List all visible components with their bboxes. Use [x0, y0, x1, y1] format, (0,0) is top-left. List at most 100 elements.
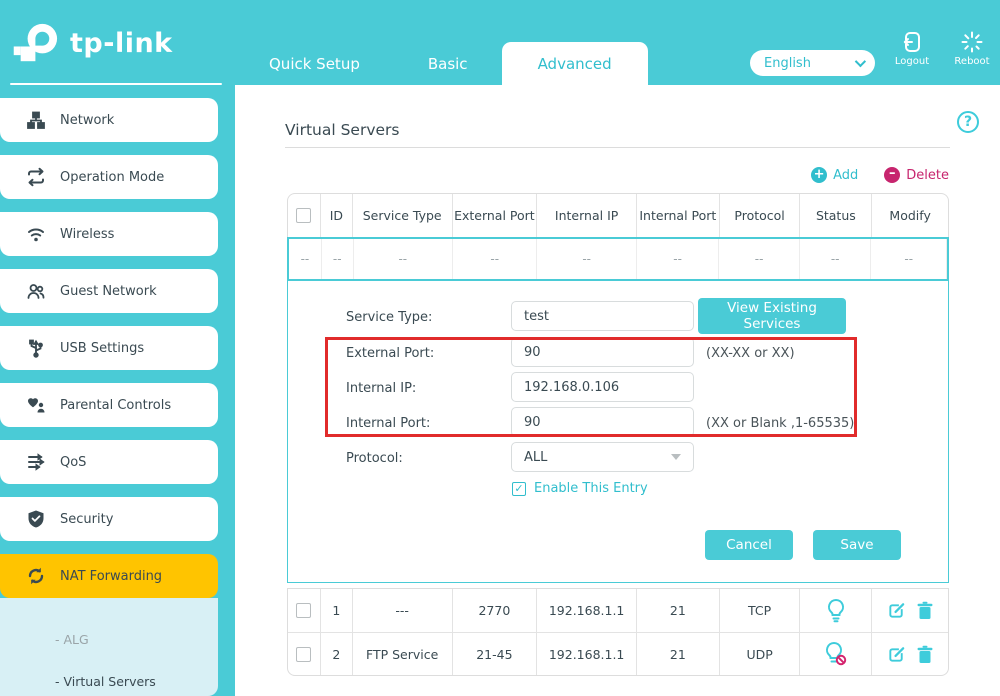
cell-service-type: FTP Service [353, 633, 453, 675]
internal-ip-input[interactable] [511, 372, 694, 402]
sidebar-item-label: Wireless [60, 227, 114, 242]
edit-form-panel: Service Type: View Existing Services Ext… [287, 281, 949, 583]
internal-port-hint: (XX or Blank ,1-65535) [706, 416, 854, 431]
internal-port-input[interactable] [511, 407, 694, 437]
col-header-id: ID [321, 194, 353, 237]
main-nav: Quick Setup Basic Advanced [235, 0, 648, 85]
add-button[interactable]: + Add [811, 167, 858, 183]
editing-cell: -- [637, 239, 720, 279]
editing-cell: -- [453, 239, 537, 279]
tab-quick-setup[interactable]: Quick Setup [235, 42, 394, 85]
language-select[interactable]: English [750, 50, 875, 76]
cell-external-port: 2770 [453, 589, 538, 632]
editing-cell: -- [719, 239, 800, 279]
page-title: Virtual Servers [285, 121, 399, 139]
cell-id: 2 [321, 633, 353, 675]
save-button[interactable]: Save [813, 530, 901, 560]
editing-cell: -- [800, 239, 872, 279]
editing-row: -- -- -- -- -- -- -- -- -- [287, 237, 949, 281]
main-content: Virtual Servers ? + Add – Delete ID Serv… [235, 85, 1000, 696]
service-type-label: Service Type: [346, 310, 432, 325]
internal-ip-label: Internal IP: [346, 381, 416, 396]
sidebar-item-label: NAT Forwarding [60, 569, 162, 584]
nat-forwarding-icon [26, 566, 46, 586]
parental-controls-icon [26, 395, 46, 415]
service-type-input[interactable] [511, 301, 694, 331]
protocol-select[interactable]: ALL [511, 442, 694, 472]
language-value: English [764, 56, 811, 71]
brand-name: tp-link [70, 28, 173, 59]
table-toolbar: + Add – Delete [287, 165, 949, 185]
sidebar-item-nat-forwarding[interactable]: NAT Forwarding [0, 554, 218, 598]
table-row: 2 FTP Service 21-45 192.168.1.1 21 UDP [288, 632, 948, 675]
external-port-input[interactable] [511, 337, 694, 367]
logout-button[interactable]: Logout [884, 30, 940, 67]
status-enabled-bulb-icon[interactable] [825, 598, 847, 624]
view-existing-services-button[interactable]: View Existing Services [698, 298, 846, 334]
trash-icon[interactable] [916, 601, 934, 620]
network-icon [26, 110, 46, 130]
delete-label: Delete [906, 168, 949, 183]
tab-basic[interactable]: Basic [394, 42, 502, 85]
tab-advanced[interactable]: Advanced [502, 42, 648, 85]
row-checkbox[interactable] [296, 647, 311, 662]
cell-internal-port: 21 [637, 589, 720, 632]
col-header-internal-ip: Internal IP [537, 194, 637, 237]
operation-mode-icon [26, 167, 46, 187]
select-all-cell [288, 194, 321, 237]
edit-icon[interactable] [887, 601, 906, 620]
tplink-logo: tp-link [12, 14, 222, 72]
title-divider [285, 147, 950, 148]
external-port-label: External Port: [346, 346, 434, 361]
cell-service-type: --- [353, 589, 453, 632]
logout-label: Logout [884, 56, 940, 67]
sidebar-item-label: Network [60, 113, 114, 128]
sidebar-item-security[interactable]: Security [0, 497, 218, 541]
cell-internal-ip: 192.168.1.1 [537, 589, 637, 632]
sidebar-subitem-alg[interactable]: - ALG [0, 628, 218, 650]
wireless-icon [26, 224, 46, 244]
chevron-down-icon [855, 56, 866, 67]
cell-internal-ip: 192.168.1.1 [537, 633, 637, 675]
editing-cell: -- [871, 239, 947, 279]
plus-icon: + [811, 167, 827, 183]
sidebar-subitem-virtual-servers[interactable]: - Virtual Servers [0, 670, 218, 692]
help-icon[interactable]: ? [957, 111, 979, 133]
reboot-icon [960, 30, 984, 54]
tplink-logo-icon [12, 17, 64, 69]
cell-protocol: UDP [720, 633, 801, 675]
logo-divider [10, 83, 222, 85]
sidebar-item-network[interactable]: Network [0, 98, 218, 142]
row-checkbox[interactable] [296, 603, 311, 618]
col-header-service-type: Service Type [353, 194, 453, 237]
enable-entry-checkbox[interactable]: ✓ [512, 482, 526, 496]
external-port-hint: (XX-XX or XX) [706, 346, 795, 361]
qos-icon [26, 452, 46, 472]
logout-icon [900, 30, 924, 54]
enable-entry-label: Enable This Entry [534, 481, 648, 496]
enable-entry-toggle[interactable]: ✓ Enable This Entry [512, 481, 648, 496]
editing-cell: -- [289, 239, 322, 279]
col-header-protocol: Protocol [720, 194, 801, 237]
sidebar-item-label: Guest Network [60, 284, 157, 299]
edit-icon[interactable] [887, 645, 906, 664]
internal-port-label: Internal Port: [346, 416, 430, 431]
col-header-modify: Modify [872, 194, 948, 237]
sidebar-item-qos[interactable]: QoS [0, 440, 218, 484]
cancel-button[interactable]: Cancel [705, 530, 793, 560]
sidebar-item-usb-settings[interactable]: USB Settings [0, 326, 218, 370]
delete-button[interactable]: – Delete [884, 167, 949, 183]
sidebar-item-operation-mode[interactable]: Operation Mode [0, 155, 218, 199]
select-all-checkbox[interactable] [296, 208, 311, 223]
sidebar-item-wireless[interactable]: Wireless [0, 212, 218, 256]
col-header-external-port: External Port [453, 194, 538, 237]
sidebar-item-parental-controls[interactable]: Parental Controls [0, 383, 218, 427]
security-icon [26, 509, 46, 529]
add-label: Add [833, 168, 858, 183]
protocol-value: ALL [524, 450, 547, 465]
trash-icon[interactable] [916, 645, 934, 664]
reboot-button[interactable]: Reboot [944, 30, 1000, 67]
sidebar-item-guest-network[interactable]: Guest Network [0, 269, 218, 313]
status-disabled-bulb-icon[interactable] [824, 641, 848, 667]
col-header-status: Status [800, 194, 872, 237]
